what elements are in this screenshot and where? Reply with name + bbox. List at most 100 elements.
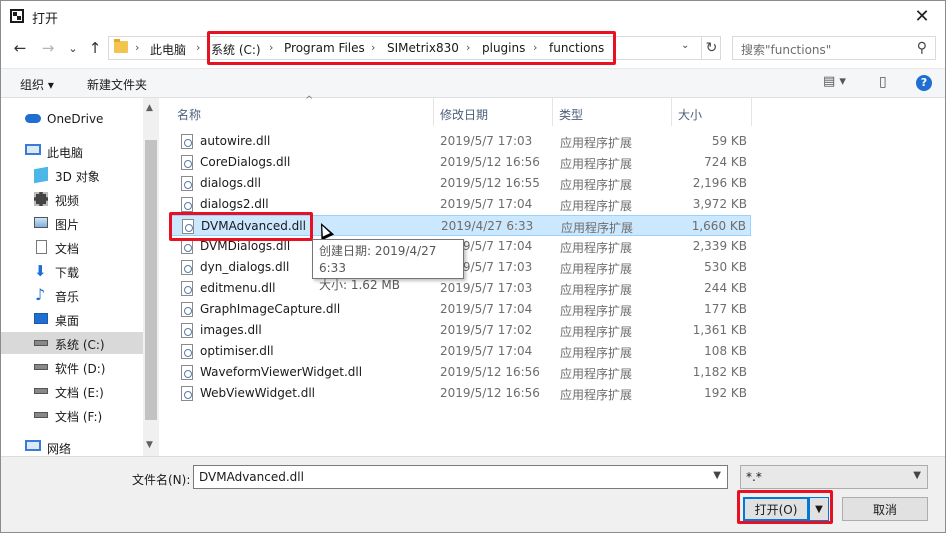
up-arrow-icon[interactable]: ↑ bbox=[85, 38, 105, 58]
file-row[interactable]: CoreDialogs.dll 2019/5/12 16:56 应用程序扩展 724 … bbox=[171, 152, 751, 173]
dll-file-icon bbox=[181, 302, 193, 317]
refresh-icon[interactable]: ↻ bbox=[701, 37, 721, 59]
view-options-icon[interactable]: ▤ ▾ bbox=[823, 74, 846, 89]
scrollbar-thumb[interactable] bbox=[145, 140, 157, 420]
back-arrow-icon[interactable]: ← bbox=[10, 38, 30, 58]
file-size: 192 KB bbox=[704, 386, 747, 400]
dll-file-icon bbox=[181, 365, 193, 380]
sidebar-item-drive-d[interactable]: 软件 (D:) bbox=[1, 356, 143, 378]
cloud-icon bbox=[25, 114, 41, 123]
open-split-dropdown-icon[interactable]: ▼ bbox=[809, 497, 829, 521]
recent-locations-chevron-icon[interactable]: ⌄ bbox=[63, 38, 83, 58]
search-icon[interactable]: ⚲ bbox=[917, 40, 927, 56]
folder-icon bbox=[114, 39, 128, 53]
file-row[interactable]: editmenu.dll 2019/5/7 17:03 应用程序扩展 244 KB bbox=[171, 278, 751, 299]
navigation-pane: OneDrive 此电脑 3D 对象 视频 图片 文档 ⬇ 下载 ♪ 音乐 桌面… bbox=[1, 98, 159, 456]
file-date: 2019/4/27 6:33 bbox=[441, 219, 534, 233]
file-row[interactable]: WaveformViewerWidget.dll 2019/5/12 16:56 应… bbox=[171, 362, 751, 383]
file-row[interactable]: optimiser.dll 2019/5/7 17:04 应用程序扩展 108 KB bbox=[171, 341, 751, 362]
sidebar-item-desktop[interactable]: 桌面 bbox=[1, 308, 143, 330]
file-size: 1,660 KB bbox=[691, 219, 746, 233]
file-date: 2019/5/7 17:02 bbox=[440, 323, 533, 337]
file-list: 名称 ^ 修改日期 类型 大小 autowire.dll 2019/5/7 17:… bbox=[159, 95, 945, 456]
breadcrumb-separator[interactable]: › bbox=[371, 41, 375, 54]
dll-file-icon bbox=[181, 134, 193, 149]
file-row[interactable]: dialogs2.dll 2019/5/7 17:04 应用程序扩展 3,972 KB bbox=[171, 194, 751, 215]
file-row[interactable]: dialogs.dll 2019/5/12 16:55 应用程序扩展 2,196 KB bbox=[171, 173, 751, 194]
breadcrumb-separator[interactable]: › bbox=[135, 41, 139, 54]
breadcrumb-separator[interactable]: › bbox=[196, 41, 200, 54]
breadcrumb-this-pc[interactable]: 此电脑 bbox=[150, 41, 186, 58]
sidebar-item-videos[interactable]: 视频 bbox=[1, 188, 143, 210]
file-size: 2,339 KB bbox=[692, 239, 747, 253]
breadcrumb-program-files[interactable]: Program Files bbox=[284, 41, 365, 55]
file-name: DVMAdvanced.dll bbox=[201, 219, 306, 233]
sidebar-item-3d-objects[interactable]: 3D 对象 bbox=[1, 164, 143, 186]
preview-pane-icon[interactable]: ▯ bbox=[879, 74, 887, 90]
close-button[interactable]: ✕ bbox=[899, 1, 945, 32]
breadcrumb-drive-c[interactable]: 系统 (C:) bbox=[211, 41, 261, 58]
new-folder-button[interactable]: 新建文件夹 bbox=[87, 76, 147, 93]
window-title: 打开 bbox=[32, 12, 59, 27]
file-type: 应用程序扩展 bbox=[560, 241, 633, 255]
sidebar-item-label: 软件 (D:) bbox=[55, 362, 106, 376]
help-icon[interactable]: ? bbox=[916, 75, 932, 91]
file-date: 2019/5/7 17:04 bbox=[440, 302, 533, 316]
column-header-name[interactable]: 名称 ^ bbox=[165, 95, 434, 126]
sidebar-item-documents[interactable]: 文档 bbox=[1, 236, 143, 258]
filename-input[interactable]: DVMAdvanced.dll ▼ bbox=[193, 465, 728, 489]
sidebar-item-onedrive[interactable]: OneDrive bbox=[1, 108, 143, 130]
sidebar-item-drive-f[interactable]: 文档 (F:) bbox=[1, 404, 143, 426]
file-type-filter[interactable]: *.* ▼ bbox=[740, 465, 928, 489]
organize-menu[interactable]: 组织 ▾ bbox=[20, 76, 54, 93]
file-name: GraphImageCapture.dll bbox=[200, 302, 341, 316]
scroll-down-arrow-icon[interactable]: ▼ bbox=[146, 440, 153, 450]
sidebar-scrollbar[interactable]: ▲ ▼ bbox=[143, 98, 159, 456]
column-header-date[interactable]: 修改日期 bbox=[434, 98, 553, 126]
breadcrumb-functions[interactable]: functions bbox=[549, 41, 604, 55]
forward-arrow-icon[interactable]: → bbox=[38, 38, 58, 58]
file-row[interactable]: GraphImageCapture.dll 2019/5/7 17:04 应用程序扩… bbox=[171, 299, 751, 320]
sidebar-item-downloads[interactable]: ⬇ 下载 bbox=[1, 260, 143, 282]
file-type: 应用程序扩展 bbox=[560, 262, 633, 276]
column-header-type[interactable]: 类型 bbox=[553, 98, 672, 126]
dll-file-icon bbox=[181, 239, 193, 254]
document-icon bbox=[36, 240, 47, 254]
file-row[interactable]: WebViewWidget.dll 2019/5/12 16:56 应用程序扩展 19… bbox=[171, 383, 751, 404]
column-label: 修改日期 bbox=[440, 108, 489, 122]
file-name: dialogs.dll bbox=[200, 176, 261, 190]
breadcrumb-simetrix830[interactable]: SIMetrix830 bbox=[387, 41, 459, 55]
breadcrumb-plugins[interactable]: plugins bbox=[482, 41, 525, 55]
file-row[interactable]: images.dll 2019/5/7 17:02 应用程序扩展 1,361 KB bbox=[171, 320, 751, 341]
chevron-down-icon[interactable]: ▼ bbox=[913, 470, 921, 481]
sidebar-item-pictures[interactable]: 图片 bbox=[1, 212, 143, 234]
sidebar-item-label: 文档 bbox=[55, 242, 80, 256]
sidebar-item-label: 系统 (C:) bbox=[55, 338, 105, 352]
file-size: 244 KB bbox=[704, 281, 747, 295]
dll-file-icon bbox=[181, 197, 193, 212]
file-type: 应用程序扩展 bbox=[560, 367, 633, 381]
sidebar-item-drive-e[interactable]: 文档 (E:) bbox=[1, 380, 143, 402]
video-icon bbox=[34, 192, 48, 206]
sidebar-item-network[interactable]: 网络 bbox=[1, 436, 143, 458]
search-input[interactable]: 搜索"functions" ⚲ bbox=[732, 36, 936, 60]
address-bar[interactable]: › 此电脑 › 系统 (C:) › Program Files › SIMetr… bbox=[108, 36, 721, 60]
sidebar-item-this-pc[interactable]: 此电脑 bbox=[1, 140, 143, 162]
file-row[interactable]: autowire.dll 2019/5/7 17:03 应用程序扩展 59 KB bbox=[171, 131, 751, 152]
breadcrumb-separator[interactable]: › bbox=[269, 41, 273, 54]
breadcrumb-separator[interactable]: › bbox=[466, 41, 470, 54]
scroll-up-arrow-icon[interactable]: ▲ bbox=[146, 103, 153, 113]
sidebar-item-music[interactable]: ♪ 音乐 bbox=[1, 284, 143, 306]
file-type: 应用程序扩展 bbox=[560, 178, 633, 192]
chevron-down-icon[interactable]: ▼ bbox=[713, 470, 721, 481]
column-header-size[interactable]: 大小 bbox=[672, 98, 752, 126]
address-dropdown-icon[interactable]: ⌄ bbox=[681, 40, 689, 51]
cancel-button[interactable]: 取消 bbox=[842, 497, 928, 521]
file-name: optimiser.dll bbox=[200, 344, 274, 358]
file-row[interactable]: DVMAdvanced.dll 2019/4/27 6:33 应用程序扩展 1,660… bbox=[171, 215, 751, 236]
file-date: 2019/5/7 17:04 bbox=[440, 344, 533, 358]
breadcrumb-separator[interactable]: › bbox=[533, 41, 537, 54]
sidebar-item-drive-c[interactable]: 系统 (C:) bbox=[1, 332, 143, 354]
app-icon bbox=[10, 9, 24, 23]
open-button[interactable]: 打开(O) bbox=[743, 497, 809, 521]
